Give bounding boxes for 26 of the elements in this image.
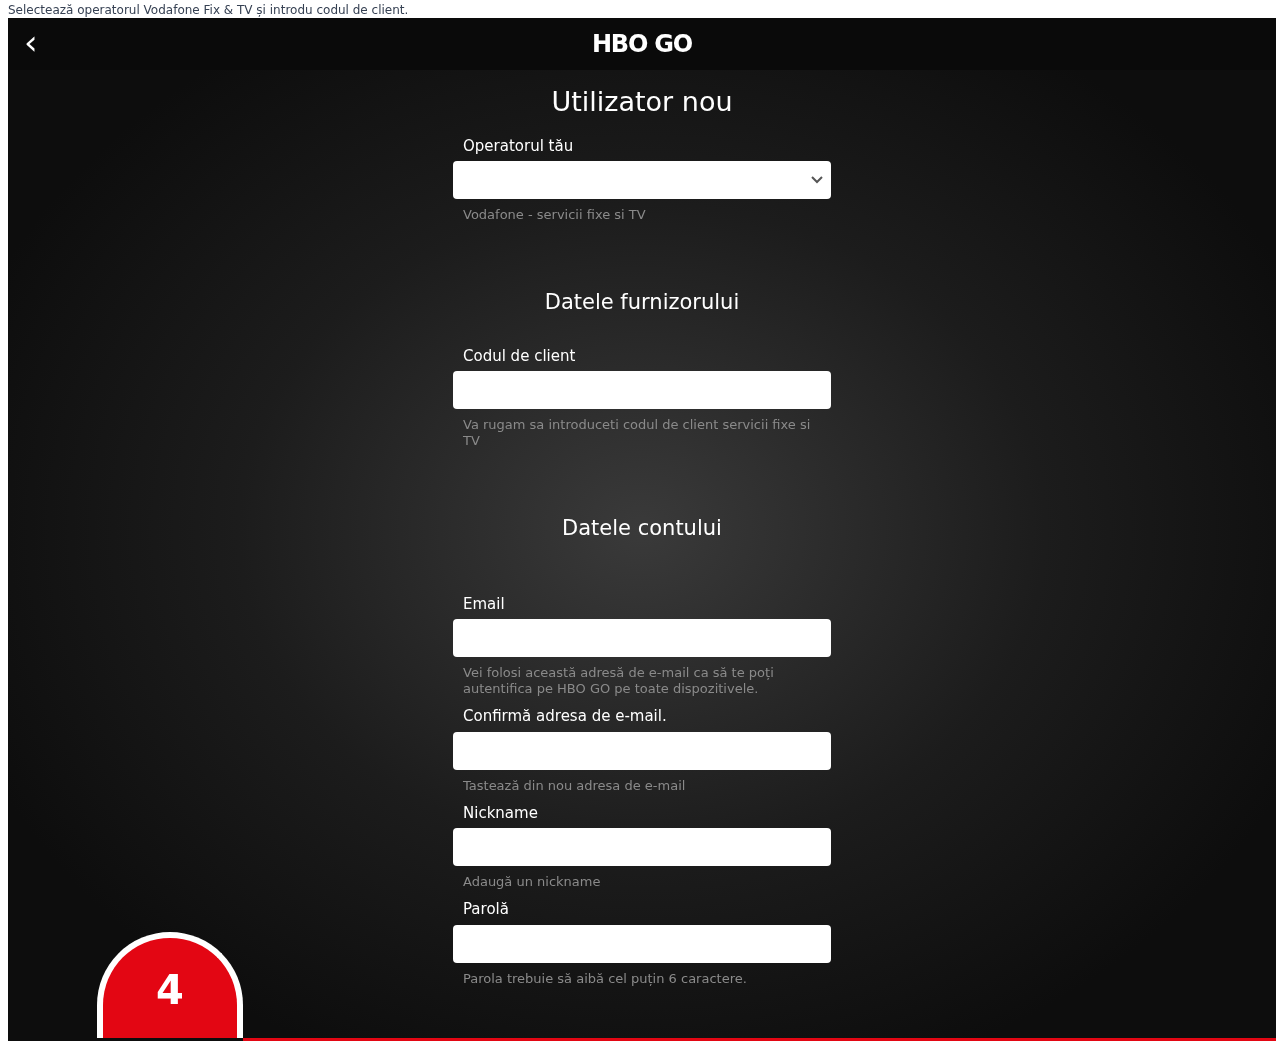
field-hint: Vei folosi această adresă de e-mail ca să te poți autentifica pe HBO GO pe toate dispozitivele.: [462, 665, 775, 697]
field-label: Parolă: [462, 899, 510, 920]
field-hint: Adaugă un nickname: [462, 874, 602, 890]
operator-dropdown[interactable]: [453, 161, 831, 199]
caption-text: Selectează operatorul Vodafone Fix & TV și introdu codul de client.: [8, 2, 409, 18]
field-hint: Tastează din nou adresa de e-mail: [462, 777, 687, 794]
input-field[interactable]: [453, 828, 831, 866]
step-badge: 4: [97, 932, 243, 1038]
input-field[interactable]: [453, 619, 831, 657]
field-label: Email: [462, 593, 506, 615]
field-hint: Parola trebuie să aibă cel puțin 6 caractere.: [462, 970, 748, 987]
section-heading: Datele furnizorului: [543, 289, 741, 316]
field-label: Codul de client: [462, 345, 577, 367]
back-button[interactable]: ‹: [24, 25, 38, 59]
chevron-down-icon: [811, 176, 823, 184]
page-title: Utilizator nou: [551, 85, 733, 119]
section-heading: Datele contului: [561, 515, 723, 542]
field-hint: Vodafone - servicii fixe si TV: [462, 207, 647, 223]
input-field[interactable]: [453, 371, 831, 409]
field-label: Confirmă adresa de e-mail.: [462, 706, 668, 727]
password-field[interactable]: [453, 924, 831, 963]
field-hint: Va rugam sa introduceti codul de client servicii fixe si TV: [462, 417, 812, 449]
field-label: Nickname: [462, 802, 539, 824]
input-field[interactable]: [453, 731, 831, 770]
field-label: Operatorul tău: [462, 135, 575, 157]
logo: HBO GO: [592, 29, 692, 60]
